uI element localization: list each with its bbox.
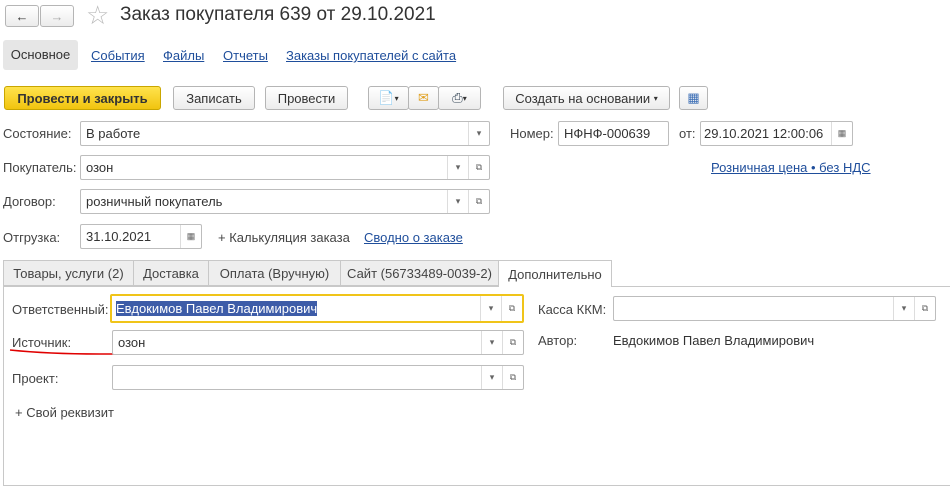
order-calculation-link[interactable]: + Калькуляция заказа <box>218 230 350 245</box>
open-icon[interactable]: ⧉ <box>468 156 489 179</box>
open-icon[interactable]: ⧉ <box>914 297 935 320</box>
project-label: Проект: <box>12 371 59 386</box>
responsible-field[interactable]: Евдокимов Павел Владимирович ▾ ⧉ <box>110 294 524 323</box>
post-and-close-button[interactable]: Провести и закрыть <box>4 86 161 110</box>
number-value: НФНФ-000639 <box>564 126 651 141</box>
chevron-down-icon[interactable]: ▾ <box>447 156 468 179</box>
contract-field[interactable]: розничный покупатель ▾ ⧉ <box>80 189 490 214</box>
number-label: Номер: <box>510 126 554 141</box>
responsible-label: Ответственный: <box>12 302 109 317</box>
chevron-down-icon[interactable]: ▾ <box>447 190 468 213</box>
shipment-value: 31.10.2021 <box>86 229 152 244</box>
source-field[interactable]: озон ▾ ⧉ <box>112 330 524 355</box>
create-based-label: Создать на основании <box>515 90 651 106</box>
tab-main[interactable]: Основное <box>3 40 78 70</box>
contract-label: Договор: <box>3 194 56 209</box>
document-menu-button[interactable]: 📄 ▾ <box>368 86 409 110</box>
state-value: В работе <box>86 126 141 141</box>
printer-icon: ⎙ <box>452 90 463 105</box>
tab-files[interactable]: Файлы <box>163 48 204 63</box>
tab-site[interactable]: Сайт (56733489-0039-2) <box>340 260 499 286</box>
chevron-down-icon[interactable]: ▾ <box>468 122 489 145</box>
post-button[interactable]: Провести <box>265 86 348 110</box>
price-type-link[interactable]: Розничная цена • без НДС <box>711 160 871 175</box>
buyer-value: озон <box>86 160 114 175</box>
envelope-icon: ✉ <box>418 90 429 105</box>
source-value: озон <box>118 335 146 350</box>
date-field[interactable]: 29.10.2021 12:00:06 ▦ <box>700 121 853 146</box>
open-icon[interactable]: ⧉ <box>468 190 489 213</box>
date-value: 29.10.2021 12:00:06 <box>704 126 824 141</box>
open-icon[interactable]: ⧉ <box>502 331 523 354</box>
print-button[interactable]: ⎙ ▾ <box>438 86 481 110</box>
chevron-down-icon[interactable]: ▾ <box>481 366 502 389</box>
state-label: Состояние: <box>3 126 72 141</box>
tab-reports[interactable]: Отчеты <box>223 48 268 63</box>
tab-additional[interactable]: Дополнительно <box>498 260 612 287</box>
buyer-field[interactable]: озон ▾ ⧉ <box>80 155 490 180</box>
tab-site-orders[interactable]: Заказы покупателей с сайта <box>286 48 456 63</box>
chevron-down-icon[interactable]: ▾ <box>481 331 502 354</box>
save-button[interactable]: Записать <box>173 86 255 110</box>
hierarchy-icon: ▦ <box>687 90 700 105</box>
open-icon[interactable]: ⧉ <box>502 366 523 389</box>
favorite-star-icon[interactable]: ☆ <box>86 0 109 31</box>
document-icon: 📄 <box>378 90 395 105</box>
kkm-label: Касса ККМ: <box>538 302 607 317</box>
tab-events[interactable]: События <box>91 48 145 63</box>
author-label: Автор: <box>538 333 578 348</box>
add-custom-attribute-link[interactable]: + Свой реквизит <box>15 405 114 420</box>
tab-payment[interactable]: Оплата (Вручную) <box>208 260 341 286</box>
state-field[interactable]: В работе ▾ <box>80 121 490 146</box>
chevron-down-icon[interactable]: ▾ <box>893 297 914 320</box>
back-button[interactable]: ← <box>5 5 39 27</box>
buyer-label: Покупатель: <box>3 160 77 175</box>
calendar-icon[interactable]: ▦ <box>831 122 852 145</box>
contract-value: розничный покупатель <box>86 194 223 209</box>
tab-goods[interactable]: Товары, услуги (2) <box>3 260 134 286</box>
chevron-down-icon[interactable]: ▾ <box>480 296 501 321</box>
project-field[interactable]: ▾ ⧉ <box>112 365 524 390</box>
kkm-field[interactable]: ▾ ⧉ <box>613 296 936 321</box>
calendar-icon[interactable]: ▦ <box>180 225 201 248</box>
forward-button[interactable]: → <box>40 5 74 27</box>
number-field[interactable]: НФНФ-000639 <box>558 121 669 146</box>
page-title: Заказ покупателя 639 от 29.10.2021 <box>120 4 436 25</box>
create-based-on-button[interactable]: Создать на основании ▾ <box>503 86 670 110</box>
author-value: Евдокимов Павел Владимирович <box>613 333 815 348</box>
date-label: от: <box>679 126 696 141</box>
responsible-value: Евдокимов Павел Владимирович <box>116 301 318 316</box>
order-summary-link[interactable]: Сводно о заказе <box>364 230 463 245</box>
tab-delivery[interactable]: Доставка <box>133 260 209 286</box>
open-icon[interactable]: ⧉ <box>501 296 522 321</box>
shipment-date-field[interactable]: 31.10.2021 ▦ <box>80 224 202 249</box>
shipment-label: Отгрузка: <box>3 230 61 245</box>
structure-button[interactable]: ▦ <box>679 86 708 110</box>
email-button[interactable]: ✉ <box>408 86 439 110</box>
